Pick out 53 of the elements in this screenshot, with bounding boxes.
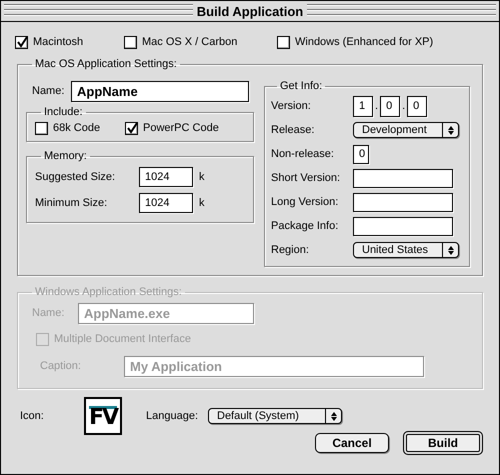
icon-label: Icon: xyxy=(19,410,45,422)
app-icon[interactable]: FV xyxy=(84,397,122,435)
separator-dot: . xyxy=(375,100,378,112)
dialog-button[interactable]: Build xyxy=(403,431,483,455)
group-legend: Include: xyxy=(41,106,86,118)
text-field[interactable] xyxy=(353,192,453,212)
memory-field[interactable]: 1024 xyxy=(139,167,193,187)
unit-label: k xyxy=(199,197,204,209)
checkbox-label[interactable]: Mac OS X / Carbon xyxy=(142,36,238,48)
non-release-field[interactable]: 0 xyxy=(353,144,369,164)
field-label: Long Version: xyxy=(271,196,340,208)
version-field[interactable]: 0 xyxy=(380,96,400,116)
checkbox[interactable] xyxy=(15,36,28,48)
field-label: Version: xyxy=(271,100,312,112)
text-field[interactable] xyxy=(353,216,453,236)
field-label: Non-release: xyxy=(271,148,335,160)
updown-arrows-icon xyxy=(330,412,336,420)
window-title: Build Application xyxy=(192,4,308,18)
version-field[interactable]: 0 xyxy=(407,96,428,116)
group-legend: Memory: xyxy=(41,150,90,162)
group-legend: Windows Application Settings: xyxy=(32,286,185,298)
checkbox-label[interactable]: PowerPC Code xyxy=(143,122,219,134)
checkbox[interactable] xyxy=(35,122,48,134)
popup-menu[interactable]: Default (System) xyxy=(208,408,342,424)
updown-arrows-icon xyxy=(448,246,454,254)
checkbox[interactable] xyxy=(124,36,137,48)
checkbox-label[interactable]: 68k Code xyxy=(53,122,100,134)
field-label: Caption: xyxy=(39,360,82,372)
field-label: Package Info: xyxy=(271,220,340,232)
dialog-button[interactable]: Cancel xyxy=(315,433,389,453)
field-label: Region: xyxy=(271,244,310,256)
field-label: Suggested Size: xyxy=(35,171,116,183)
field-label: Name: xyxy=(31,307,66,319)
popup-menu[interactable]: Development xyxy=(353,122,459,138)
updown-arrows-icon xyxy=(448,126,454,134)
field-label: Language: xyxy=(146,410,199,422)
field-label: Release: xyxy=(271,124,316,136)
separator-dot: . xyxy=(402,100,406,112)
field-label: Minimum Size: xyxy=(35,197,108,209)
group-legend: Get Info: xyxy=(277,80,326,92)
memory-field[interactable]: 1024 xyxy=(139,193,193,213)
popup-menu[interactable]: United States xyxy=(353,242,459,258)
checkbox[interactable] xyxy=(125,122,138,134)
name-field[interactable]: AppName xyxy=(71,80,249,102)
group-legend: Mac OS Application Settings: xyxy=(32,58,180,70)
checkbox[interactable] xyxy=(277,36,290,48)
checkbox-label[interactable]: Windows (Enhanced for XP) xyxy=(295,36,434,48)
checkbox-label[interactable]: Macintosh xyxy=(33,36,84,48)
text-field[interactable] xyxy=(353,168,453,188)
unit-label: k xyxy=(199,171,204,183)
version-field[interactable]: 1 xyxy=(353,96,373,116)
field-label: Name: xyxy=(31,85,66,97)
field-label: Short Version: xyxy=(271,172,342,184)
